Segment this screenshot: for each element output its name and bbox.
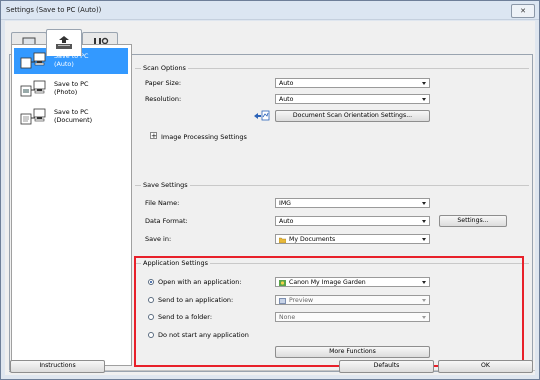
sidebar-item-label-line1: Save to PC [54,108,89,116]
more-functions-button[interactable]: More Functions [275,346,430,358]
scan-options-group: Scan Options Paper Size: Auto Resolution… [135,64,529,169]
do-not-start-application-label[interactable]: Do not start any application [158,331,249,339]
data-format-label: Data Format: [145,217,188,225]
chevron-down-icon [422,281,426,284]
settings-window: Settings (Save to PC (Auto)) ✕ Save to P… [0,0,540,380]
title-bar: Settings (Save to PC (Auto)) ✕ [1,1,539,20]
data-format-settings-button[interactable]: Settings... [439,215,507,227]
application-settings-title: Application Settings [141,259,211,267]
expand-icon[interactable]: + [150,132,157,140]
instructions-button[interactable]: Instructions [10,360,105,373]
scan-type-list: Save to PC (Auto) Save to PC (Photo) Sav… [11,44,132,366]
chevron-down-icon [422,202,426,205]
image-processing-settings-label[interactable]: Image Processing Settings [161,133,247,141]
dialog-client-area: Save to PC (Auto) Save to PC (Photo) Sav… [5,21,535,375]
data-format-select[interactable]: Auto [275,216,430,226]
paper-size-label: Paper Size: [145,79,182,87]
chevron-down-icon [422,82,426,85]
application-settings-group: Application Settings Open with an applic… [135,259,529,362]
file-name-label: File Name: [145,199,180,207]
paper-size-select[interactable]: Auto [275,78,430,88]
do-not-start-application-radio[interactable] [148,332,154,338]
chevron-down-icon [422,299,426,302]
window-title: Settings (Save to PC (Auto)) [6,6,102,14]
sidebar-item-label-line1: Save to PC [54,80,89,88]
save-in-label: Save in: [145,235,172,243]
send-to-application-label[interactable]: Send to an application: [158,296,233,304]
resolution-value: Auto [279,96,294,103]
sidebar-item-label: Save to PC (Photo) [54,80,88,96]
save-settings-title: Save Settings [141,181,190,189]
save-in-value: My Documents [289,236,336,243]
document-scan-orientation-settings-button[interactable]: Document Scan Orientation Settings... [275,110,430,122]
file-name-value: IMG [279,200,291,207]
sidebar-item-label-line2: (Photo) [54,88,78,96]
tab-scan-from-operation-panel[interactable] [46,29,82,56]
close-button[interactable]: ✕ [511,4,535,18]
scan-from-operation-panel-icon [56,36,72,49]
sidebar-item-label: Save to PC (Document) [54,108,92,124]
send-to-application-radio[interactable] [148,297,154,303]
resolution-select[interactable]: Auto [275,94,430,104]
send-to-application-select[interactable]: Preview [275,295,430,305]
preview-app-icon [279,298,286,304]
folder-icon [279,237,286,243]
sidebar-item-label-line2: (Auto) [54,60,74,68]
my-image-garden-icon [279,280,286,286]
orientation-arrow-icon [254,110,270,121]
save-to-pc-photo-icon [20,80,46,97]
chevron-down-icon [422,316,426,319]
data-format-value: Auto [279,218,294,225]
chevron-down-icon [422,238,426,241]
ok-button[interactable]: OK [438,360,533,373]
send-to-folder-select[interactable]: None [275,312,430,322]
save-in-select[interactable]: My Documents [275,234,430,244]
scan-options-title: Scan Options [141,64,188,72]
save-settings-group: Save Settings File Name: IMG Data Format… [135,181,529,256]
open-with-application-value: Canon My Image Garden [289,279,366,286]
sidebar-item-save-to-pc-document[interactable]: Save to PC (Document) [14,104,128,130]
sidebar-item-label-line2: (Document) [54,116,93,124]
file-name-select[interactable]: IMG [275,198,430,208]
open-with-application-label[interactable]: Open with an application: [158,278,242,286]
sidebar-item-save-to-pc-photo[interactable]: Save to PC (Photo) [14,76,128,102]
resolution-label: Resolution: [145,95,182,103]
send-to-folder-label[interactable]: Send to a folder: [158,313,212,321]
send-to-application-value: Preview [289,297,314,304]
chevron-down-icon [422,98,426,101]
defaults-button[interactable]: Defaults [339,360,434,373]
send-to-folder-value: None [279,314,296,321]
open-with-application-radio[interactable] [148,279,154,285]
send-to-folder-radio[interactable] [148,314,154,320]
save-to-pc-document-icon [20,108,46,125]
chevron-down-icon [422,220,426,223]
open-with-application-select[interactable]: Canon My Image Garden [275,277,430,287]
paper-size-value: Auto [279,80,294,87]
settings-panel: Scan Options Paper Size: Auto Resolution… [135,44,531,364]
save-to-pc-icon [20,52,46,69]
